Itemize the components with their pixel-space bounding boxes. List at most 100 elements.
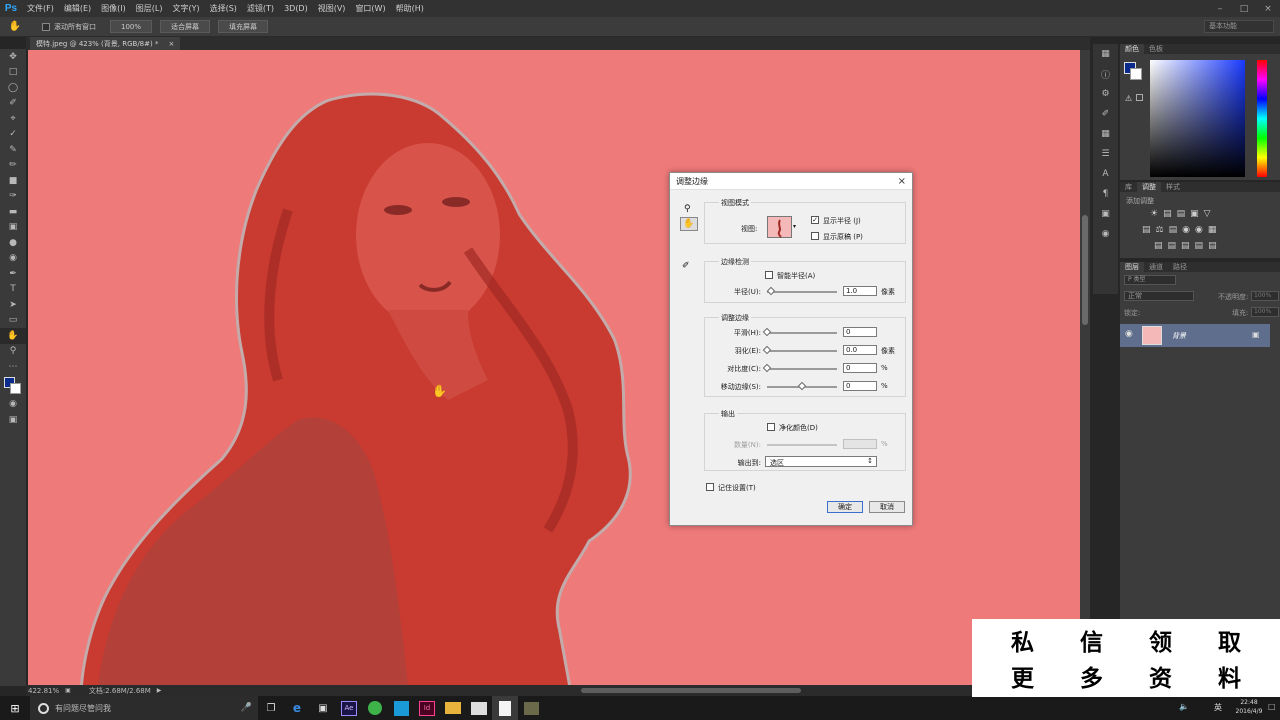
- status-arrow-icon[interactable]: ▶: [157, 687, 162, 694]
- brush-tool-icon[interactable]: ✏: [0, 158, 26, 174]
- tab-channels[interactable]: 通道: [1144, 262, 1168, 272]
- remember-settings-checkbox[interactable]: [706, 483, 714, 491]
- tab-close-icon[interactable]: ×: [168, 40, 174, 48]
- levels-icon[interactable]: ▤: [1163, 209, 1172, 219]
- eyedropper-tool-icon[interactable]: ✓: [0, 127, 26, 143]
- document-app-icon[interactable]: [492, 696, 518, 720]
- view-dropdown-arrow-icon[interactable]: ▾: [793, 223, 796, 230]
- horizontal-scroll-thumb[interactable]: [581, 688, 801, 693]
- tab-library[interactable]: 库: [1120, 182, 1137, 192]
- path-select-tool-icon[interactable]: ➤: [0, 297, 26, 313]
- indesign-icon[interactable]: Id: [414, 696, 440, 720]
- brightness-icon[interactable]: ☀: [1150, 209, 1158, 219]
- adjust-panel-icon[interactable]: ☰: [1093, 144, 1118, 164]
- hand-tool-icon[interactable]: ✋: [0, 328, 26, 344]
- document-canvas[interactable]: ✋: [28, 50, 1080, 685]
- marquee-tool-icon[interactable]: □: [0, 65, 26, 81]
- task-view-icon[interactable]: ❐: [258, 696, 284, 720]
- show-radius-checkbox[interactable]: ✓: [811, 216, 819, 224]
- hand-tool-icon[interactable]: ✋: [680, 217, 698, 231]
- document-tab[interactable]: 模特.jpeg @ 423% (背景, RGB/8#) * ×: [30, 37, 181, 50]
- dodge-tool-icon[interactable]: ◉: [0, 251, 26, 267]
- shift-edge-input[interactable]: 0: [843, 381, 877, 391]
- close-icon[interactable]: ×: [1256, 0, 1280, 17]
- smooth-slider-knob[interactable]: [762, 327, 772, 337]
- eraser-tool-icon[interactable]: ▬: [0, 204, 26, 220]
- smart-radius-checkbox[interactable]: [765, 271, 773, 279]
- volume-icon[interactable]: 🔈: [1179, 702, 1189, 711]
- pen-tool-icon[interactable]: ✒: [0, 266, 26, 282]
- cortana-search-box[interactable]: 有问题尽管问我 🎤: [30, 696, 258, 720]
- stamp-tool-icon[interactable]: ■: [0, 173, 26, 189]
- vertical-scroll-thumb[interactable]: [1082, 215, 1088, 325]
- windows-start-icon[interactable]: ⊞: [0, 696, 30, 720]
- photos-icon[interactable]: [466, 696, 492, 720]
- menu-view[interactable]: 视图(V): [313, 3, 351, 14]
- hue-slider[interactable]: [1257, 60, 1267, 177]
- zoom-tool-icon[interactable]: ⚲: [0, 344, 26, 360]
- menu-filter[interactable]: 滤镜(T): [242, 3, 279, 14]
- layer-name[interactable]: 背景: [1172, 331, 1186, 341]
- quick-select-tool-icon[interactable]: ✐: [0, 96, 26, 112]
- layer-row-background[interactable]: ◉ 背景 ▣: [1120, 324, 1270, 347]
- menu-select[interactable]: 选择(S): [205, 3, 242, 14]
- selective-color-icon[interactable]: ▤: [1208, 241, 1217, 251]
- contrast-input[interactable]: 0: [843, 363, 877, 373]
- smooth-slider[interactable]: [767, 332, 837, 334]
- blend-mode-select[interactable]: 正常: [1124, 291, 1194, 301]
- ime-indicator[interactable]: 英: [1214, 702, 1222, 713]
- vertical-scrollbar[interactable]: [1080, 50, 1090, 686]
- menu-window[interactable]: 窗口(W): [350, 3, 390, 14]
- view-preview-thumb[interactable]: [767, 216, 792, 238]
- tool-presets-icon[interactable]: ▣: [1093, 204, 1118, 224]
- microphone-icon[interactable]: 🎤: [241, 703, 252, 713]
- contrast-slider[interactable]: [767, 368, 837, 370]
- crop-tool-icon[interactable]: ⌖: [0, 111, 26, 127]
- photo-filter-icon[interactable]: ◉: [1182, 225, 1190, 235]
- shape-tool-icon[interactable]: ▭: [0, 313, 26, 329]
- edge-browser-icon[interactable]: e: [284, 696, 310, 720]
- file-explorer-icon[interactable]: [440, 696, 466, 720]
- fill-input[interactable]: 100%: [1251, 307, 1279, 317]
- bg-color-swatch[interactable]: [1130, 68, 1142, 80]
- history-brush-icon[interactable]: ✑: [0, 189, 26, 205]
- radius-input[interactable]: 1.0: [843, 286, 877, 296]
- vibrance-icon[interactable]: ▽: [1204, 209, 1211, 219]
- posterize-icon[interactable]: ▤: [1168, 241, 1177, 251]
- history-panel-icon[interactable]: ▦: [1093, 44, 1118, 64]
- layer-kind-filter[interactable]: P 类型: [1124, 275, 1176, 285]
- green-app-icon[interactable]: [362, 696, 388, 720]
- radius-slider[interactable]: [767, 291, 837, 293]
- after-effects-icon[interactable]: Ae: [336, 696, 362, 720]
- background-color[interactable]: [10, 382, 21, 394]
- properties-panel-icon[interactable]: ⚙: [1093, 84, 1118, 104]
- gradient-tool-icon[interactable]: ▣: [0, 220, 26, 236]
- invert-icon[interactable]: ▤: [1154, 241, 1163, 251]
- output-to-select[interactable]: 选区 ↕: [765, 456, 877, 467]
- visibility-eye-icon[interactable]: ◉: [1125, 329, 1133, 339]
- tab-layers[interactable]: 图层: [1120, 262, 1144, 272]
- screen-mode-icon[interactable]: ▣: [0, 412, 26, 428]
- clock[interactable]: 22:48 2016/4/9: [1232, 698, 1266, 716]
- zoom-level[interactable]: 422.81%: [28, 687, 59, 695]
- menu-layer[interactable]: 图层(L): [131, 3, 168, 14]
- refine-radius-tool-icon[interactable]: ✐: [682, 261, 690, 271]
- curves-icon[interactable]: ▤: [1177, 209, 1186, 219]
- quick-mask-icon[interactable]: ◉: [0, 397, 26, 413]
- tab-paths[interactable]: 路径: [1168, 262, 1192, 272]
- gradient-map-icon[interactable]: ▤: [1195, 241, 1204, 251]
- threshold-icon[interactable]: ▤: [1181, 241, 1190, 251]
- fit-screen-button[interactable]: 适合屏幕: [160, 20, 211, 33]
- exposure-icon[interactable]: ▣: [1190, 209, 1199, 219]
- hue-sat-icon[interactable]: ▤: [1142, 225, 1151, 235]
- show-original-checkbox[interactable]: [811, 232, 819, 240]
- opacity-input[interactable]: 100%: [1251, 291, 1279, 301]
- radius-slider-knob[interactable]: [766, 286, 776, 296]
- contrast-slider-knob[interactable]: [762, 363, 772, 373]
- lasso-tool-icon[interactable]: ◯: [0, 80, 26, 96]
- blur-tool-icon[interactable]: ●: [0, 235, 26, 251]
- ok-button[interactable]: 确定: [827, 501, 863, 513]
- menu-3d[interactable]: 3D(D): [279, 4, 313, 13]
- menu-file[interactable]: 文件(F): [22, 3, 59, 14]
- tab-adjustments[interactable]: 调整: [1137, 182, 1161, 192]
